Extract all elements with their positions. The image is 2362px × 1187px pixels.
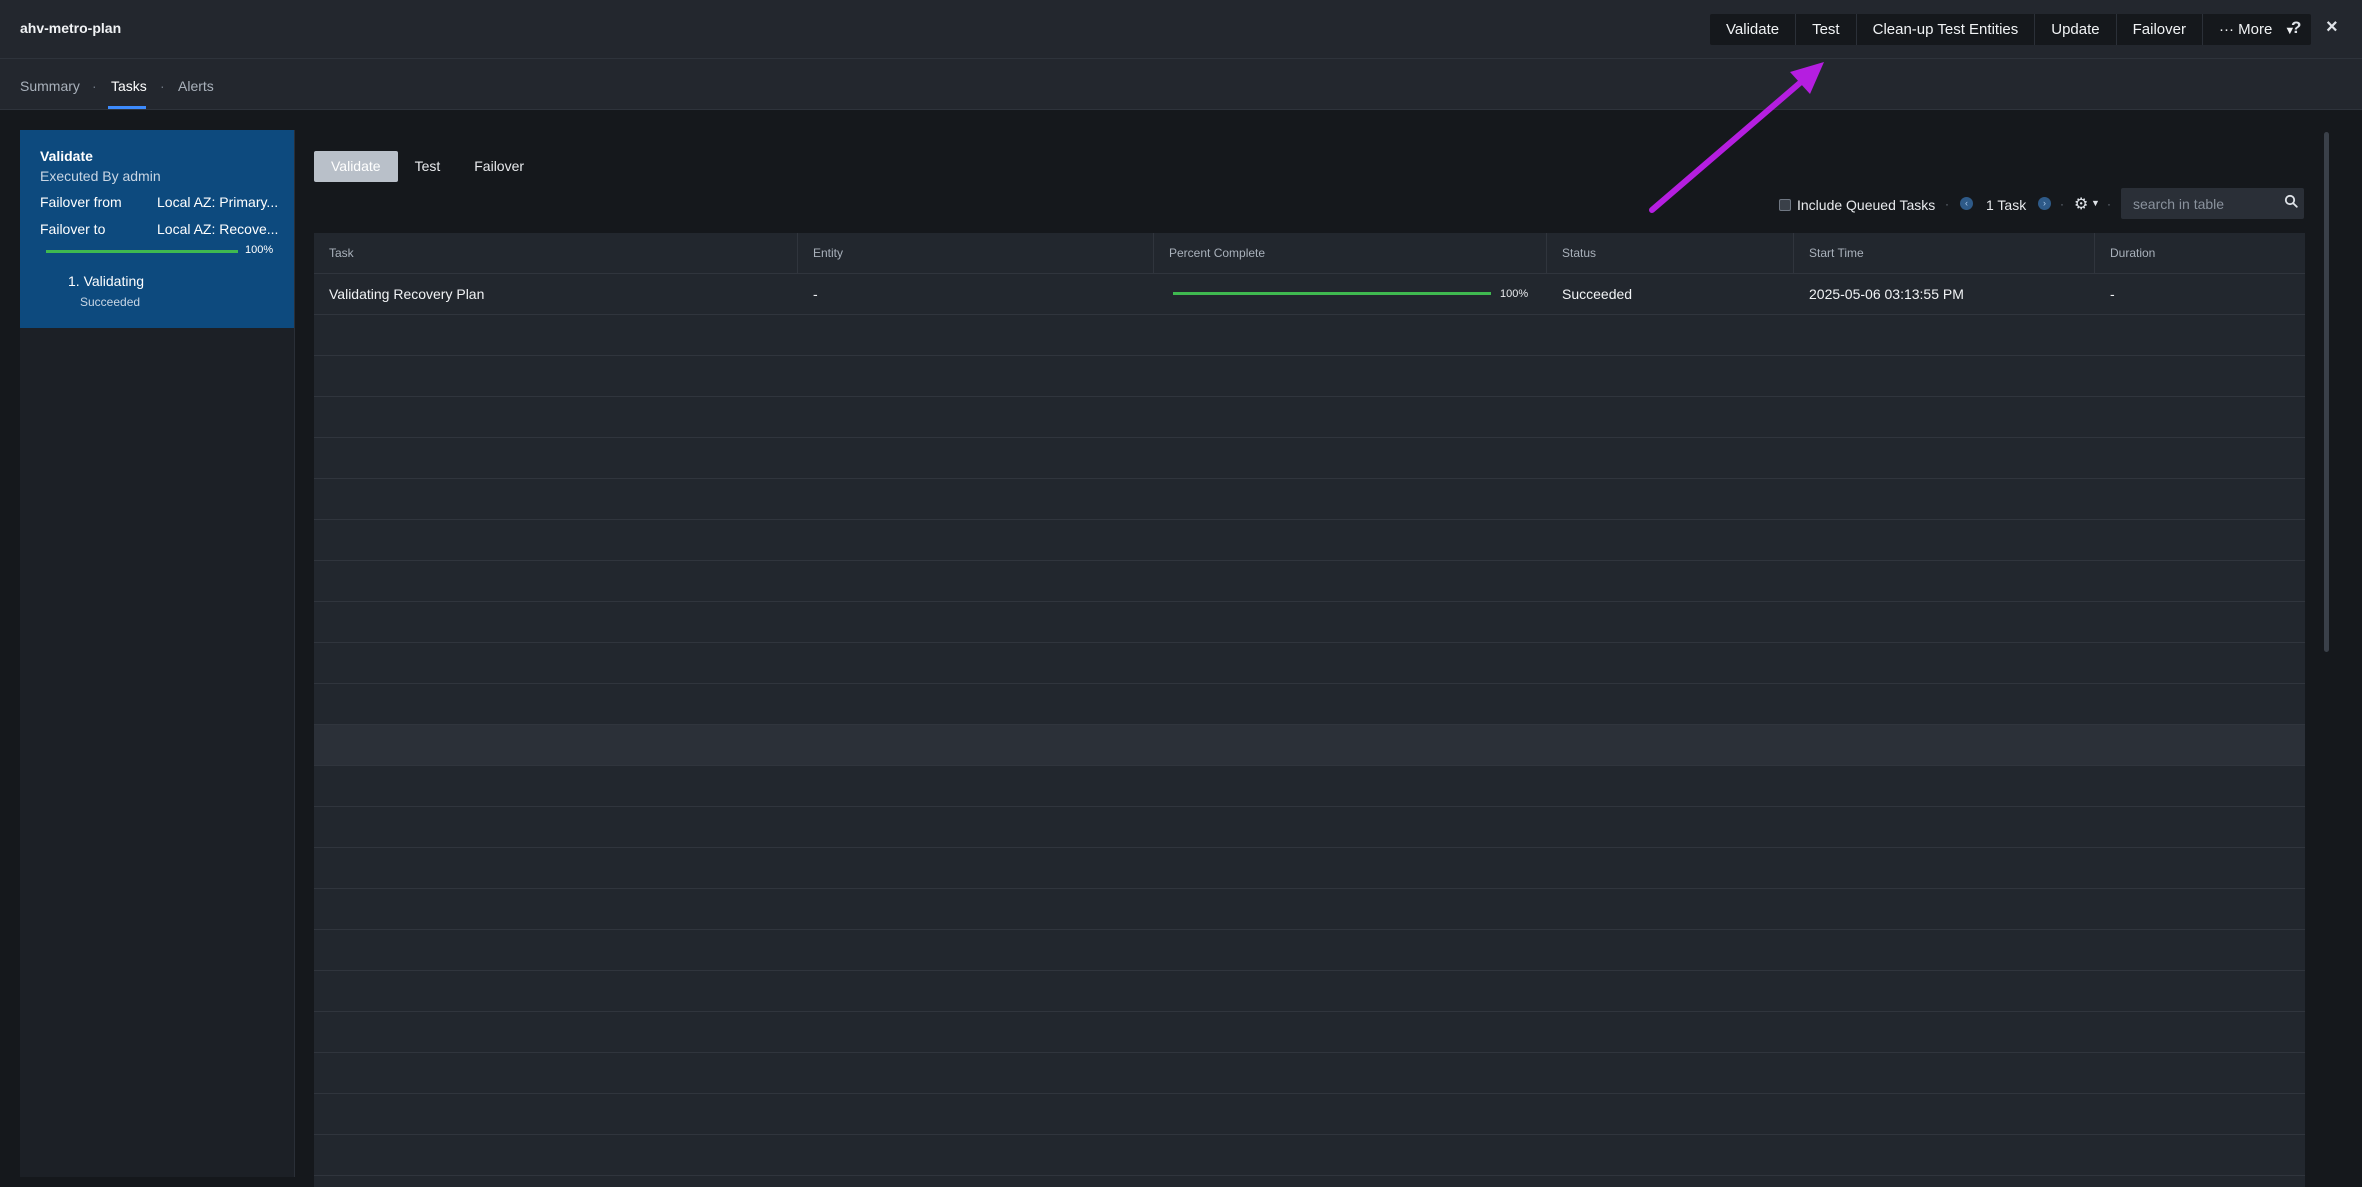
search-icon <box>2284 194 2298 211</box>
execution-progress-fill <box>46 250 238 253</box>
tab-alerts[interactable]: Alerts <box>178 78 214 94</box>
filter-test[interactable]: Test <box>398 151 458 182</box>
table-row <box>314 1012 2305 1053</box>
content-area: Validate Executed By admin Failover from… <box>0 110 2362 1187</box>
task-progress-percent: 100% <box>1500 288 1529 300</box>
executed-by: Executed By admin <box>40 168 161 184</box>
search-input[interactable] <box>2121 188 2304 219</box>
table-row <box>314 930 2305 971</box>
failover-from-label: Failover from <box>40 194 122 210</box>
active-tab-indicator <box>108 106 146 109</box>
task-progress-fill <box>1173 292 1491 295</box>
filter-validate[interactable]: Validate <box>314 151 398 182</box>
table-toolbar: Include Queued Tasks · ‹ 1 Task › · ⚙ ▼ … <box>314 188 2305 221</box>
table-row <box>314 1053 2305 1094</box>
table-row <box>314 889 2305 930</box>
tab-separator: · <box>92 78 97 94</box>
prev-page-icon[interactable]: ‹ <box>1960 197 1973 210</box>
step-status: Succeeded <box>80 295 141 309</box>
execution-title: Validate <box>40 148 93 164</box>
execution-card[interactable]: Validate Executed By admin Failover from… <box>20 130 294 328</box>
toolbar-separator: · <box>2060 197 2064 211</box>
table-row <box>314 684 2305 725</box>
table-row <box>314 971 2305 1012</box>
table-row <box>314 479 2305 520</box>
toolbar-separator: · <box>2107 197 2111 211</box>
gear-icon[interactable]: ⚙ <box>2074 194 2088 214</box>
tasks-table: Task Entity Percent Complete Status Star… <box>314 233 2305 1187</box>
table-row <box>314 1094 2305 1135</box>
chevron-down-icon: ▼ <box>2091 198 2100 208</box>
status-value: Succeeded <box>1562 286 1633 302</box>
update-button[interactable]: Update <box>2035 14 2117 45</box>
execution-progress-bar <box>46 250 238 253</box>
failover-from-value: Local AZ: Primary... <box>157 194 279 210</box>
include-queued-label: Include Queued Tasks <box>1797 197 1936 213</box>
task-count: 1 Task <box>1986 197 2027 213</box>
table-row <box>314 602 2305 643</box>
table-row <box>314 561 2305 602</box>
top-header: ahv-metro-plan Validate Test Clean-up Te… <box>0 0 2362 59</box>
validate-button[interactable]: Validate <box>1710 14 1797 45</box>
failover-to-label: Failover to <box>40 221 106 237</box>
execution-list: Validate Executed By admin Failover from… <box>20 130 295 1177</box>
next-page-icon[interactable]: › <box>2038 197 2051 210</box>
tasks-panel: Validate Test Failover Include Queued Ta… <box>314 130 2305 1187</box>
table-row <box>314 1176 2305 1187</box>
action-toolbar: Validate Test Clean-up Test Entities Upd… <box>1710 14 2312 45</box>
test-button[interactable]: Test <box>1796 14 1857 45</box>
table-header: Task Entity Percent Complete Status Star… <box>314 233 2305 274</box>
table-row <box>314 520 2305 561</box>
table-row <box>314 1135 2305 1176</box>
duration-value: - <box>2110 286 2115 302</box>
failover-button[interactable]: Failover <box>2117 14 2203 45</box>
filter-failover[interactable]: Failover <box>457 151 541 182</box>
tab-separator: · <box>160 78 165 94</box>
table-row <box>314 438 2305 479</box>
tab-bar: Summary · Tasks · Alerts <box>0 59 2362 110</box>
help-icon[interactable]: ? <box>2291 18 2301 38</box>
table-row <box>314 725 2305 766</box>
start-time-value: 2025-05-06 03:13:55 PM <box>1809 286 1964 302</box>
cleanup-test-entities-button[interactable]: Clean-up Test Entities <box>1857 14 2036 45</box>
table-row <box>314 356 2305 397</box>
table-row <box>314 643 2305 684</box>
column-header-entity[interactable]: Entity <box>798 233 1154 273</box>
percent-complete-cell: 100% <box>1154 274 1547 314</box>
table-row <box>314 315 2305 356</box>
execution-progress-percent: 100% <box>245 244 274 256</box>
column-header-status[interactable]: Status <box>1547 233 1794 273</box>
failover-to-value: Local AZ: Recove... <box>157 221 279 237</box>
step-label: 1. Validating <box>68 273 145 289</box>
table-row <box>314 848 2305 889</box>
column-header-task[interactable]: Task <box>314 233 798 273</box>
more-button-label: ··· More <box>2218 21 2273 38</box>
task-name: Validating Recovery Plan <box>329 286 485 302</box>
table-row[interactable]: Validating Recovery Plan - 100% Succeede… <box>314 274 2305 315</box>
include-queued-checkbox[interactable] <box>1779 199 1791 211</box>
close-icon[interactable]: × <box>2326 16 2338 39</box>
task-progress-bar <box>1173 292 1491 295</box>
table-row <box>314 807 2305 848</box>
tab-tasks[interactable]: Tasks <box>111 78 147 94</box>
toolbar-separator: · <box>1945 197 1949 211</box>
column-header-start-time[interactable]: Start Time <box>1794 233 2095 273</box>
column-header-percent-complete[interactable]: Percent Complete <box>1154 233 1547 273</box>
filter-segments: Validate Test Failover <box>314 151 541 182</box>
table-row <box>314 766 2305 807</box>
scrollbar[interactable] <box>2324 132 2329 652</box>
page-title: ahv-metro-plan <box>20 20 122 36</box>
entity-value: - <box>813 286 818 302</box>
tab-summary[interactable]: Summary <box>20 78 80 94</box>
table-row <box>314 397 2305 438</box>
column-header-duration[interactable]: Duration <box>2095 233 2305 273</box>
